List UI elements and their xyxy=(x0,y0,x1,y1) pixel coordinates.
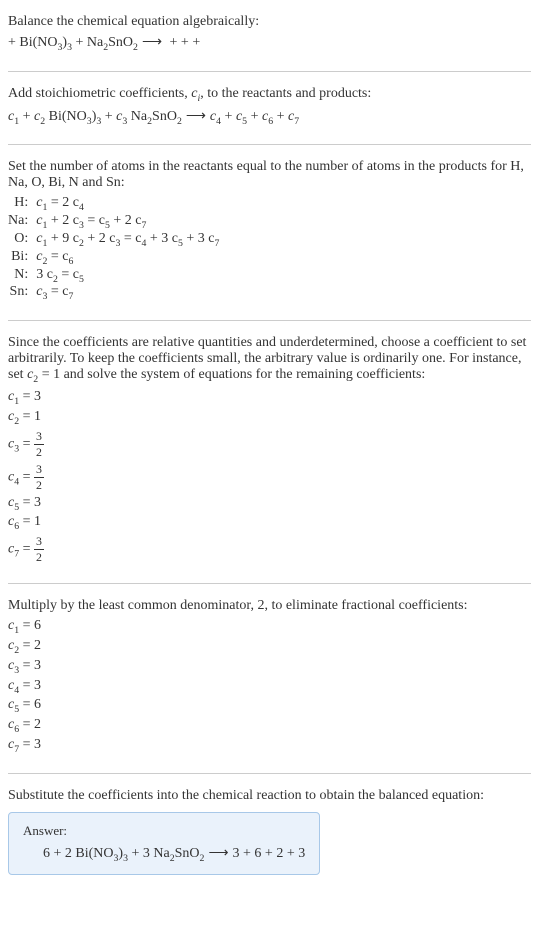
divider xyxy=(8,71,531,72)
stoich-intro: Add stoichiometric coefficients, ci, to … xyxy=(8,86,531,104)
mult-c2: c2 = 2 xyxy=(8,638,531,656)
atoms-table: H: c1 = 2 c4 Na: c1 + 2 c3 = c5 + 2 c7 O… xyxy=(8,195,219,302)
final-intro: Substitute the coefficients into the che… xyxy=(8,788,531,804)
atoms-row-N: N: 3 c2 = c5 xyxy=(8,267,219,285)
divider xyxy=(8,320,531,321)
solve-list: c1 = 3 c2 = 1 c3 = 32 c4 = 32 c5 = 3 c6 … xyxy=(8,389,531,565)
mult-c1: c1 = 6 xyxy=(8,618,531,636)
mult-intro: Multiply by the least common denominator… xyxy=(8,598,531,614)
solve-c2: c2 = 1 xyxy=(8,409,531,427)
solve-section: Since the coefficients are relative quan… xyxy=(8,329,531,575)
solve-intro: Since the coefficients are relative quan… xyxy=(8,335,531,385)
atoms-row-H: H: c1 = 2 c4 xyxy=(8,195,219,213)
mult-c7: c7 = 3 xyxy=(8,737,531,755)
stoich-equation: c1 + c2 Bi(NO3)3 + c3 Na2SnO2 ⟶ c4 + c5 … xyxy=(8,108,531,127)
atoms-row-Na: Na: c1 + 2 c3 = c5 + 2 c7 xyxy=(8,213,219,231)
answer-label: Answer: xyxy=(23,823,305,839)
mult-c5: c5 = 6 xyxy=(8,697,531,715)
intro-line1: Balance the chemical equation algebraica… xyxy=(8,14,531,30)
solve-c7: c7 = 32 xyxy=(8,534,531,565)
stoich-section: Add stoichiometric coefficients, ci, to … xyxy=(8,80,531,137)
atoms-row-O: O: c1 + 9 c2 + 2 c3 = c4 + 3 c5 + 3 c7 xyxy=(8,231,219,249)
solve-c6: c6 = 1 xyxy=(8,514,531,532)
divider xyxy=(8,144,531,145)
divider xyxy=(8,773,531,774)
solve-c4: c4 = 32 xyxy=(8,462,531,493)
atoms-section: Set the number of atoms in the reactants… xyxy=(8,153,531,312)
divider xyxy=(8,583,531,584)
mult-c6: c6 = 2 xyxy=(8,717,531,735)
mult-section: Multiply by the least common denominator… xyxy=(8,592,531,765)
solve-c5: c5 = 3 xyxy=(8,495,531,513)
final-section: Substitute the coefficients into the che… xyxy=(8,782,531,889)
answer-equation: 6 + 2 Bi(NO3)3 + 3 Na2SnO2 ⟶ 3 + 6 + 2 +… xyxy=(23,845,305,864)
atoms-row-Bi: Bi: c2 = c6 xyxy=(8,249,219,267)
intro-equation: + Bi(NO3)3 + Na2SnO2 ⟶ + + + xyxy=(8,34,531,53)
atoms-intro: Set the number of atoms in the reactants… xyxy=(8,159,531,191)
mult-list: c1 = 6 c2 = 2 c3 = 3 c4 = 3 c5 = 6 c6 = … xyxy=(8,618,531,755)
solve-c3: c3 = 32 xyxy=(8,429,531,460)
mult-c4: c4 = 3 xyxy=(8,678,531,696)
solve-c1: c1 = 3 xyxy=(8,389,531,407)
intro-section: Balance the chemical equation algebraica… xyxy=(8,8,531,63)
atoms-row-Sn: Sn: c3 = c7 xyxy=(8,284,219,302)
answer-box: Answer: 6 + 2 Bi(NO3)3 + 3 Na2SnO2 ⟶ 3 +… xyxy=(8,812,320,875)
mult-c3: c3 = 3 xyxy=(8,658,531,676)
